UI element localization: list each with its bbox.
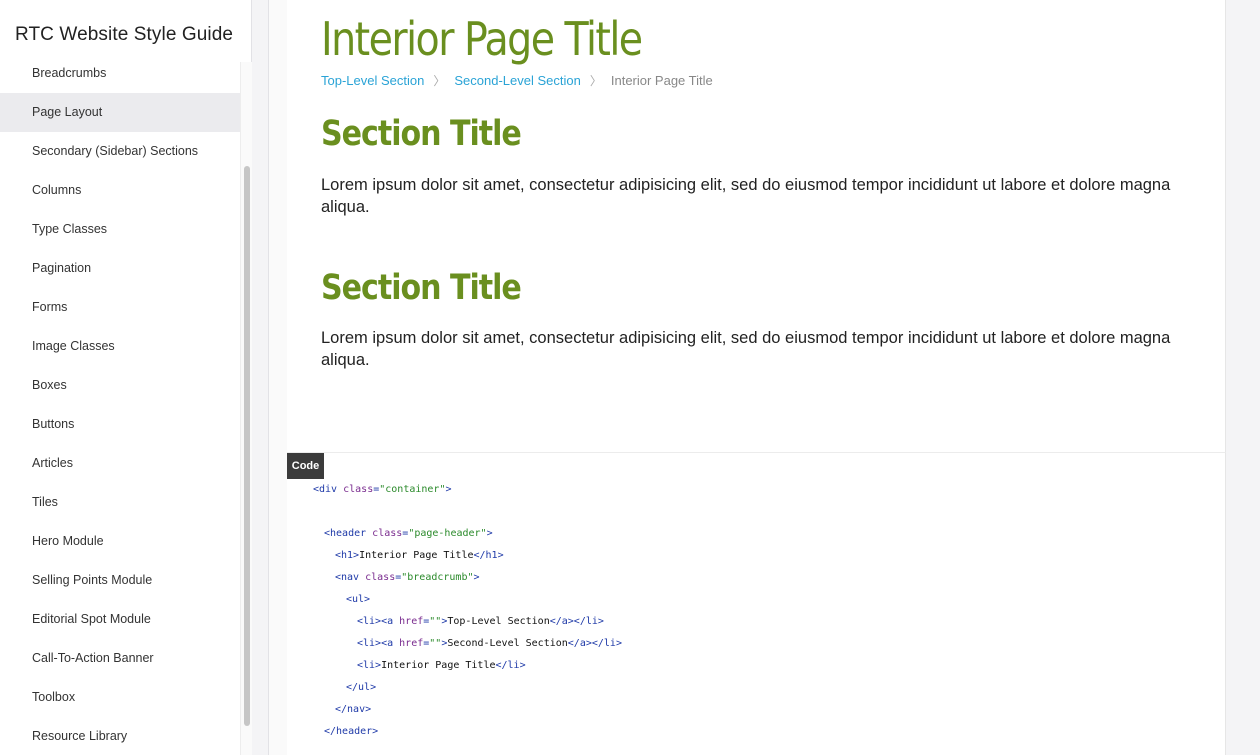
- sidebar-scrollbar[interactable]: [240, 62, 252, 755]
- code-token: >: [473, 572, 480, 583]
- code-token: class: [372, 528, 403, 539]
- code-token: Second-Level Section: [447, 638, 568, 649]
- code-token: "breadcrumb": [401, 572, 474, 583]
- code-line: <li>Interior Page Title</li>: [313, 655, 622, 677]
- code-line: <li><a href="">Second-Level Section</a><…: [313, 633, 622, 655]
- sidebar-item-resource-library[interactable]: Resource Library: [0, 717, 240, 755]
- code-token: <h1>: [335, 550, 360, 561]
- breadcrumb-current: Interior Page Title: [610, 73, 713, 88]
- code-token: "container": [379, 484, 446, 495]
- section-text: Lorem ipsum dolor sit amet, consectetur …: [321, 329, 1171, 369]
- code-token: </nav>: [335, 704, 372, 715]
- code-line: <div class="container">: [313, 479, 622, 501]
- chevron-right-icon: 〉: [433, 74, 446, 88]
- code-token: >: [486, 528, 493, 539]
- code-sample: Code <div class="container"> <header clas…: [287, 453, 1226, 755]
- code-token: "": [429, 616, 442, 627]
- code-token: Top-Level Section: [447, 616, 550, 627]
- code-line: </nav>: [313, 699, 622, 721]
- code-token: <ul>: [346, 594, 371, 605]
- code-line: <header class="page-header">: [313, 523, 622, 545]
- code-line: <nav class="breadcrumb">: [313, 567, 622, 589]
- code-token: class: [343, 484, 374, 495]
- code-line: </header>: [313, 721, 622, 743]
- right-gutter: [1227, 0, 1260, 755]
- code-token: <div: [313, 484, 344, 495]
- sidebar-item-call-to-action-banner[interactable]: Call-To-Action Banner: [0, 639, 240, 678]
- code-token: Interior Page Title: [381, 660, 496, 671]
- breadcrumb-second-level-link[interactable]: Second-Level Section: [454, 73, 580, 88]
- code-token: >: [445, 484, 452, 495]
- demo-content: Interior Page Title Top-Level Section 〉 …: [287, 0, 1226, 453]
- code-token: <li><a: [357, 616, 400, 627]
- chevron-right-icon: 〉: [589, 74, 602, 88]
- code-token: </h1>: [473, 550, 504, 561]
- section-text: Lorem ipsum dolor sit amet, consectetur …: [321, 176, 1171, 216]
- sidebar-scroll-thumb[interactable]: [244, 166, 250, 726]
- sidebar-item-buttons[interactable]: Buttons: [0, 405, 240, 444]
- sidebar-item-secondary-sidebar-sections[interactable]: Secondary (Sidebar) Sections: [0, 132, 240, 171]
- sidebar-item-tiles[interactable]: Tiles: [0, 483, 240, 522]
- section-title: Section Title: [321, 114, 522, 154]
- code-line: <ul>: [313, 589, 622, 611]
- sidebar-item-breadcrumbs[interactable]: Breadcrumbs: [0, 54, 240, 93]
- breadcrumb: Top-Level Section 〉 Second-Level Section…: [321, 72, 713, 89]
- code-token: </li>: [495, 660, 526, 671]
- code-line: </ul>: [313, 677, 622, 699]
- code-token: href: [399, 616, 424, 627]
- section-title: Section Title: [321, 268, 522, 308]
- sidebar-item-pagination[interactable]: Pagination: [0, 249, 240, 288]
- sidebar-item-selling-points-module[interactable]: Selling Points Module: [0, 561, 240, 600]
- code-token: href: [399, 638, 424, 649]
- code-token: </ul>: [346, 682, 377, 693]
- sidebar-item-boxes[interactable]: Boxes: [0, 366, 240, 405]
- sidebar-item-columns[interactable]: Columns: [0, 171, 240, 210]
- sidebar-title: RTC Website Style Guide: [15, 24, 234, 45]
- sidebar-item-type-classes[interactable]: Type Classes: [0, 210, 240, 249]
- sidebar-item-toolbox[interactable]: Toolbox: [0, 678, 240, 717]
- code-token: </a></li>: [567, 638, 622, 649]
- sidebar-item-articles[interactable]: Articles: [0, 444, 240, 483]
- page-title: Interior Page Title: [321, 12, 643, 66]
- code-token: class: [365, 572, 396, 583]
- sidebar-item-editorial-spot-module[interactable]: Editorial Spot Module: [0, 600, 240, 639]
- code-token: "page-header": [408, 528, 487, 539]
- code-token: Interior Page Title: [359, 550, 474, 561]
- code-token: <nav: [335, 572, 366, 583]
- sidebar-item-hero-module[interactable]: Hero Module: [0, 522, 240, 561]
- code-line: <li><a href="">Top-Level Section</a></li…: [313, 611, 622, 633]
- code-block: <div class="container"> <header class="pa…: [313, 479, 622, 743]
- sidebar-item-page-layout[interactable]: Page Layout: [0, 93, 240, 132]
- code-token: </header>: [324, 726, 379, 737]
- code-badge: Code: [287, 453, 324, 479]
- code-token: "": [429, 638, 442, 649]
- content-frame-edge: [268, 0, 287, 755]
- sidebar-item-image-classes[interactable]: Image Classes: [0, 327, 240, 366]
- sidebar: RTC Website Style Guide Breadcrumbs Page …: [0, 0, 252, 755]
- code-token: <li>: [357, 660, 382, 671]
- code-token: </a></li>: [549, 616, 604, 627]
- code-line: <h1>Interior Page Title</h1>: [313, 545, 622, 567]
- sidebar-item-forms[interactable]: Forms: [0, 288, 240, 327]
- code-token: <li><a: [357, 638, 400, 649]
- code-token: <header: [324, 528, 373, 539]
- breadcrumb-top-level-link[interactable]: Top-Level Section: [321, 73, 424, 88]
- sidebar-nav: Breadcrumbs Page Layout Secondary (Sidebar…: [0, 54, 240, 755]
